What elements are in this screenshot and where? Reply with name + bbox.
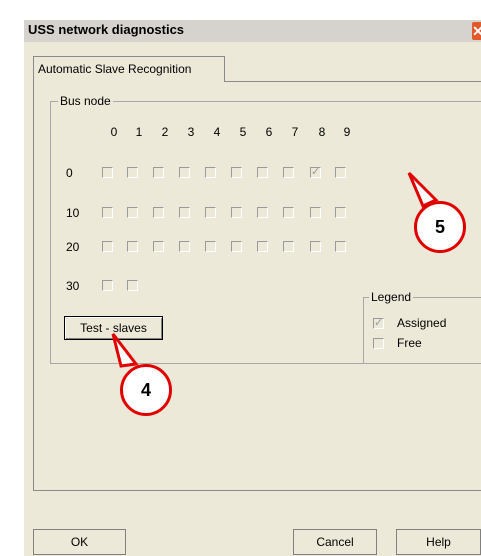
callout-4-marker: 4	[120, 364, 172, 416]
dialog-window: USS network diagnostics ✕ Automatic Slav…	[0, 0, 481, 556]
callout-4-pointer	[111, 333, 139, 368]
callout-pointers	[111, 171, 439, 368]
callout-5-marker: 5	[414, 201, 466, 253]
